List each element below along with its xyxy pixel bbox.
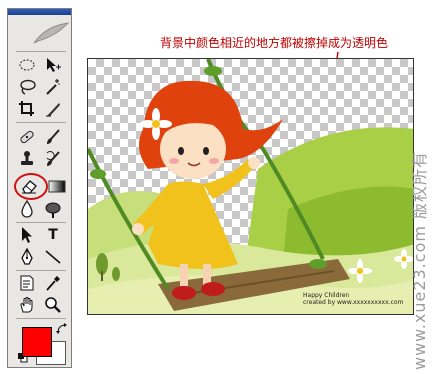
swap-colors-icon[interactable] <box>56 323 68 335</box>
crop-tool-icon[interactable] <box>16 99 38 119</box>
gradient-tool-icon[interactable] <box>46 176 68 196</box>
pen-tool-icon[interactable] <box>16 247 38 267</box>
zoom-tool-icon[interactable] <box>42 295 64 315</box>
tool-divider <box>16 122 66 123</box>
background-eraser-tool-icon[interactable] <box>18 176 40 196</box>
tool-divider <box>16 51 66 52</box>
tools-panel-titlebar[interactable] <box>8 9 71 15</box>
artwork-credit-line-1: Happy Children <box>303 292 350 299</box>
girl-on-swing-artwork <box>88 59 413 314</box>
tool-divider <box>16 270 66 271</box>
type-tool-icon[interactable]: T <box>42 225 64 245</box>
tool-divider <box>16 222 66 223</box>
artwork-credit-line-2: created by www.xxxxxxxxxx.com <box>303 299 404 306</box>
clone-stamp-tool-icon[interactable] <box>16 149 38 169</box>
brush-tool-icon[interactable] <box>42 127 64 147</box>
elliptical-marquee-tool-icon[interactable] <box>16 55 38 75</box>
healing-brush-tool-icon[interactable] <box>16 127 38 147</box>
history-brush-tool-icon[interactable] <box>42 149 64 169</box>
magic-wand-tool-icon[interactable] <box>42 77 64 97</box>
watermark: www.xue23.com 版权所有 <box>406 120 436 370</box>
watermark-text: www.xue23.com 版权所有 <box>410 150 429 370</box>
foreground-color-swatch[interactable] <box>22 327 52 357</box>
annotation-text: 背景中颜色相近的地方都被擦掉成为透明色 <box>160 36 389 50</box>
hand-tool-icon[interactable] <box>16 295 38 315</box>
line-tool-icon[interactable] <box>42 247 64 267</box>
blur-tool-icon[interactable] <box>16 199 38 219</box>
notes-tool-icon[interactable] <box>16 273 38 293</box>
move-tool-icon[interactable] <box>42 55 64 75</box>
tool-divider <box>16 318 66 319</box>
document-canvas[interactable] <box>87 58 414 315</box>
feather-logo-icon <box>33 22 70 44</box>
type-tool-label: T <box>48 227 58 243</box>
tools-panel: T <box>7 8 72 368</box>
lasso-tool-icon[interactable] <box>16 77 38 97</box>
dodge-tool-icon[interactable] <box>42 199 64 219</box>
eyedropper-tool-icon[interactable] <box>42 273 64 293</box>
path-selection-tool-icon[interactable] <box>16 225 38 245</box>
artwork-credit: Happy Children created by www.xxxxxxxxxx… <box>303 292 403 306</box>
slice-tool-icon[interactable] <box>42 99 64 119</box>
